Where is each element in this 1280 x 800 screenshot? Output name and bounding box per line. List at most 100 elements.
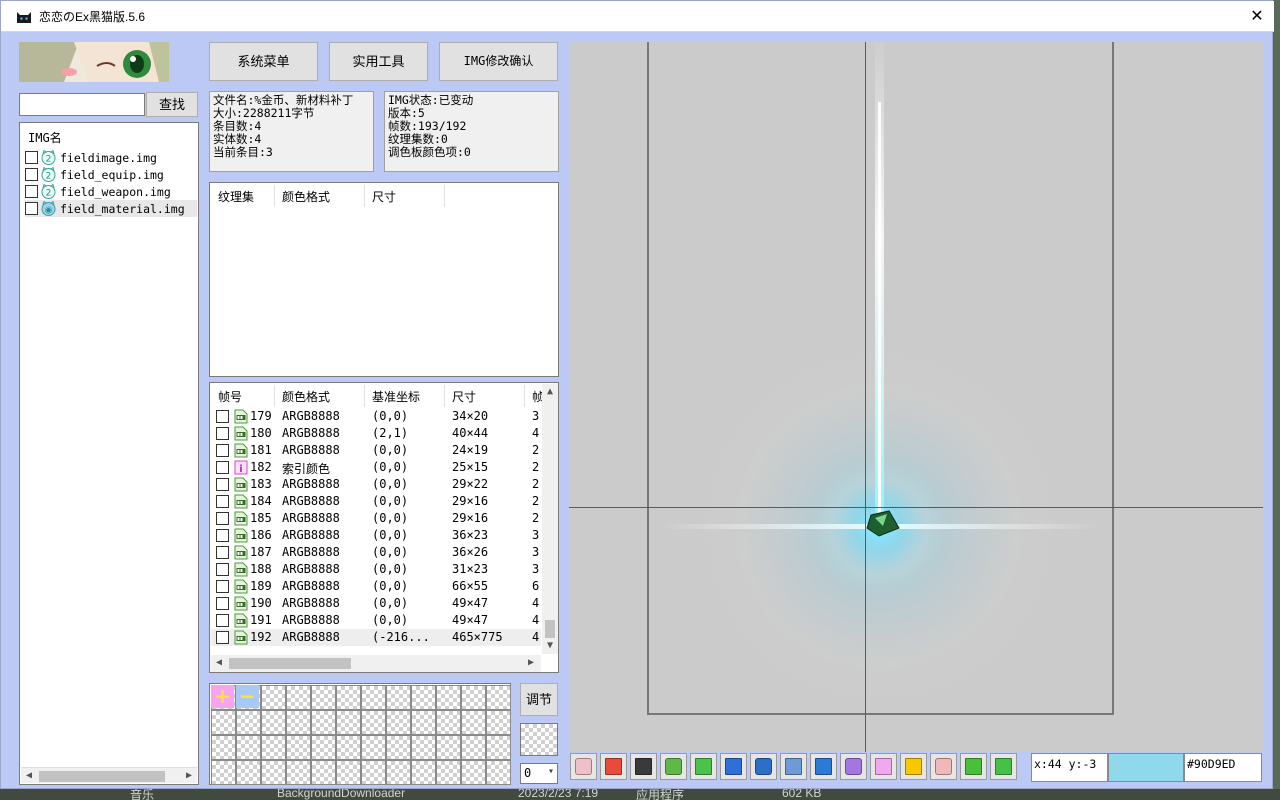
img-checkbox[interactable] [25, 185, 38, 198]
frame-checkbox[interactable] [216, 478, 229, 491]
projector-tool-icon[interactable] [690, 753, 717, 780]
frame-col-format[interactable]: 颜色格式 [282, 388, 330, 405]
paw-tool-icon[interactable] [720, 753, 747, 780]
palette-cell[interactable] [361, 760, 386, 785]
img-list-item[interactable]: 2 field_weapon.img [25, 183, 197, 200]
frame-col-base[interactable]: 基准坐标 [372, 388, 420, 405]
magnifier-tool-icon[interactable] [750, 753, 777, 780]
palette-cell[interactable] [386, 760, 411, 785]
frame-table[interactable]: 帧号 颜色格式 基准坐标 尺寸 帧 179 ARGB8888 (0,0) 34×20 3… [209, 382, 559, 673]
palette-cell[interactable] [411, 735, 436, 760]
frame-row[interactable]: 179 ARGB8888 (0,0) 34×20 3 [211, 408, 541, 425]
palette-cell[interactable] [286, 760, 311, 785]
scroll-down-icon[interactable]: ▼ [542, 638, 558, 654]
texture-table[interactable]: 纹理集 颜色格式 尺寸 [209, 182, 559, 377]
palette-cell[interactable] [336, 710, 361, 735]
img-list[interactable]: IMG名 2 fieldimage.img 2 field_equip.img 2 fie… [19, 122, 199, 785]
palette-cell[interactable] [311, 735, 336, 760]
palette-cell[interactable] [211, 760, 236, 785]
img-list-item[interactable]: 2 fieldimage.img [25, 149, 197, 166]
palette-cell[interactable] [411, 685, 436, 710]
frame-checkbox[interactable] [216, 495, 229, 508]
calendar-tool-icon[interactable] [570, 753, 597, 780]
palette-cell[interactable] [411, 710, 436, 735]
palette-cell[interactable] [386, 710, 411, 735]
palette-cell[interactable] [261, 685, 286, 710]
current-color-swatch[interactable] [1108, 753, 1184, 782]
frame-checkbox[interactable] [216, 461, 229, 474]
palette-cell[interactable] [461, 735, 486, 760]
palette-cell[interactable] [361, 710, 386, 735]
palette-cell[interactable] [336, 735, 361, 760]
search-button[interactable]: 查找 [146, 92, 198, 117]
frame-row[interactable]: 188 ARGB8888 (0,0) 31×23 3 [211, 561, 541, 578]
system-menu-button[interactable]: 系统菜单 [209, 42, 318, 81]
frame-checkbox[interactable] [216, 614, 229, 627]
palette-cell[interactable] [211, 735, 236, 760]
img-confirm-button[interactable]: IMG修改确认 [439, 42, 558, 81]
palette-cell[interactable] [336, 760, 361, 785]
line-tool-icon[interactable] [870, 753, 897, 780]
frame-checkbox[interactable] [216, 546, 229, 559]
scroll-right-icon[interactable]: ▶ [181, 768, 197, 784]
palette-cell[interactable] [311, 710, 336, 735]
palette-cell[interactable] [261, 760, 286, 785]
eyedropper-tool-icon[interactable] [960, 753, 987, 780]
scroll-right-icon[interactable]: ▶ [523, 655, 539, 671]
pencil-tool-icon[interactable] [840, 753, 867, 780]
scroll-up-icon[interactable]: ▲ [542, 384, 558, 400]
eraser-tool-icon[interactable] [930, 753, 957, 780]
frame-row[interactable]: 180 ARGB8888 (2,1) 40×44 4 [211, 425, 541, 442]
scroll-thumb[interactable] [545, 620, 555, 638]
frame-checkbox[interactable] [216, 631, 229, 644]
frame-row[interactable]: 191 ARGB8888 (0,0) 49×47 4 [211, 612, 541, 629]
preview-canvas[interactable] [569, 42, 1263, 752]
tools-button[interactable]: 实用工具 [329, 42, 428, 81]
frame-checkbox[interactable] [216, 410, 229, 423]
cat-tool-icon[interactable] [660, 753, 687, 780]
frame-col-size[interactable]: 尺寸 [452, 388, 476, 405]
frame-checkbox[interactable] [216, 529, 229, 542]
adjust-button[interactable]: 调节 [520, 683, 558, 716]
frame-row[interactable]: 181 ARGB8888 (0,0) 24×19 2 [211, 442, 541, 459]
palette-cell[interactable] [461, 760, 486, 785]
rectangle-tool-icon[interactable] [900, 753, 927, 780]
palette-cell[interactable] [211, 710, 236, 735]
palette-cell[interactable] [286, 685, 311, 710]
palette-cell[interactable] [361, 685, 386, 710]
film-tool-icon[interactable] [630, 753, 657, 780]
palette-cell[interactable] [436, 760, 461, 785]
frame-col-id[interactable]: 帧号 [218, 388, 242, 405]
texture-col-size[interactable]: 尺寸 [372, 188, 396, 205]
scroll-left-icon[interactable]: ◀ [211, 655, 227, 671]
palette-cell[interactable] [486, 760, 511, 785]
scroll-thumb[interactable] [39, 771, 165, 782]
palette-cell[interactable] [361, 735, 386, 760]
img-list-item[interactable]: 2 field_equip.img [25, 166, 197, 183]
frame-checkbox[interactable] [216, 512, 229, 525]
palette-cell[interactable] [261, 710, 286, 735]
tag-tool-icon[interactable] [990, 753, 1017, 780]
palette-cell[interactable] [411, 760, 436, 785]
frame-row[interactable]: 185 ARGB8888 (0,0) 29×16 2 [211, 510, 541, 527]
frame-hscrollbar[interactable]: ◀ ▶ [211, 655, 541, 672]
palette-tool-icon[interactable] [600, 753, 627, 780]
palette-cell[interactable] [461, 685, 486, 710]
palette-cell[interactable] [286, 710, 311, 735]
img-list-item[interactable]: ◉ field_material.img [25, 200, 197, 217]
frame-row[interactable]: 184 ARGB8888 (0,0) 29×16 2 [211, 493, 541, 510]
palette-cell[interactable] [386, 735, 411, 760]
texture-col-format[interactable]: 颜色格式 [282, 188, 330, 205]
zoom-select[interactable]: 0 ▾ [520, 763, 558, 784]
img-checkbox[interactable] [25, 168, 38, 181]
palette-cell[interactable] [386, 685, 411, 710]
frame-row[interactable]: 192 ARGB8888 (-216... 465×775 4 [211, 629, 541, 646]
scroll-left-icon[interactable]: ◀ [21, 768, 37, 784]
frame-row[interactable]: 183 ARGB8888 (0,0) 29×22 2 [211, 476, 541, 493]
img-list-hscrollbar[interactable]: ◀ ▶ [21, 767, 197, 783]
close-button[interactable]: ✕ [1241, 2, 1273, 30]
frame-row[interactable]: 186 ARGB8888 (0,0) 36×23 3 [211, 527, 541, 544]
palette-cell[interactable] [311, 685, 336, 710]
frame-checkbox[interactable] [216, 597, 229, 610]
frame-row[interactable]: 187 ARGB8888 (0,0) 36×26 3 [211, 544, 541, 561]
